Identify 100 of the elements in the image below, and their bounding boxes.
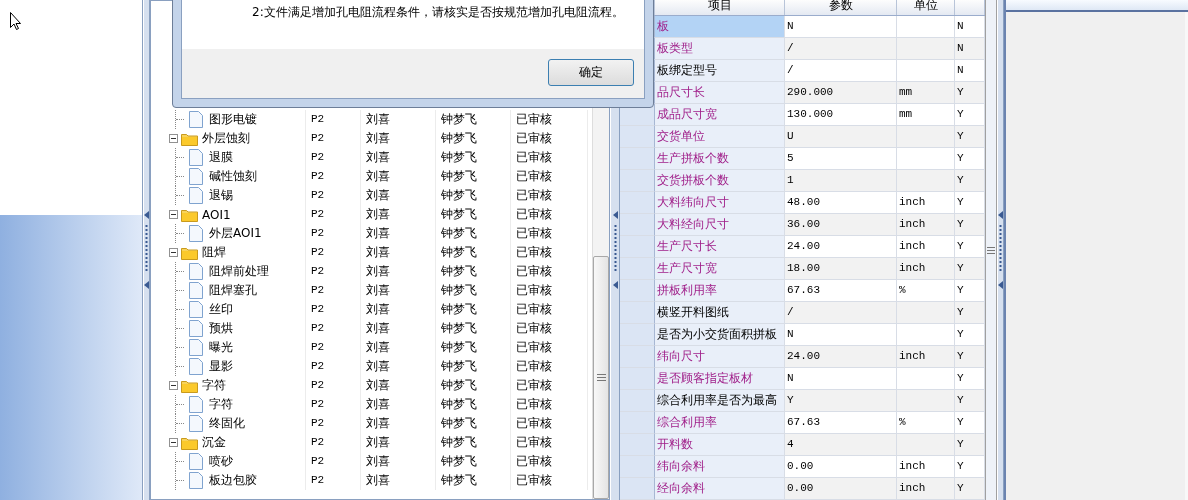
tree-item-label[interactable]: 喷砂	[209, 453, 233, 470]
tree-item-label[interactable]: 退锡	[209, 187, 233, 204]
tree-item-label[interactable]: 终固化	[209, 415, 245, 432]
row-header[interactable]	[620, 456, 655, 478]
table-cell: Y	[955, 390, 985, 412]
tree-item-label[interactable]: 字符	[209, 396, 233, 413]
row-header[interactable]	[620, 390, 655, 412]
table-cell: N	[955, 38, 985, 60]
table-cell: 已审核	[511, 357, 588, 376]
table-cell: P2	[306, 376, 361, 395]
table-cell	[897, 38, 955, 60]
table-cell: Y	[955, 324, 985, 346]
row-header[interactable]	[620, 192, 655, 214]
row-header[interactable]	[620, 412, 655, 434]
table-cell: 已审核	[511, 281, 588, 300]
item-label: 板绑定型号	[657, 63, 717, 77]
ok-button[interactable]: 确定	[548, 59, 634, 86]
row-header[interactable]	[620, 214, 655, 236]
item-label: 是否顾客指定板材	[657, 371, 753, 385]
table-cell: P2	[306, 224, 361, 243]
collapse-icon[interactable]	[169, 438, 178, 447]
table-cell: 67.63	[785, 280, 897, 302]
table-cell: 36.00	[785, 214, 897, 236]
table-cell: 已审核	[511, 319, 588, 338]
tree-item-label[interactable]: 丝印	[209, 301, 233, 318]
item-label: 拼板利用率	[657, 283, 717, 297]
tree-item-label[interactable]: 预烘	[209, 320, 233, 337]
tree-item-label[interactable]: 沉金	[202, 434, 226, 451]
table-cell: %	[897, 412, 955, 434]
file-icon	[189, 301, 203, 318]
row-header[interactable]	[620, 170, 655, 192]
tree-item-label[interactable]: 阻焊塞孔	[209, 282, 257, 299]
tree-item-label[interactable]: 字符	[202, 377, 226, 394]
row-header[interactable]	[620, 258, 655, 280]
table-cell: 24.00	[785, 346, 897, 368]
tree-item-label[interactable]: 碱性蚀刻	[209, 168, 257, 185]
row-header[interactable]	[620, 280, 655, 302]
tree-item-label[interactable]: AOI1	[202, 207, 231, 222]
file-icon	[189, 453, 203, 470]
collapse-icon[interactable]	[169, 248, 178, 257]
table-cell: 钟梦飞	[436, 433, 511, 452]
table-cell: P2	[306, 205, 361, 224]
tree-item-label[interactable]: 退膜	[209, 149, 233, 166]
row-header[interactable]	[620, 478, 655, 500]
table-cell: mm	[897, 104, 955, 126]
table-cell: P2	[306, 129, 361, 148]
splitter-grip-icon[interactable]	[612, 211, 618, 289]
table-cell: 刘喜	[361, 129, 436, 148]
table-cell: 1	[785, 170, 897, 192]
table-cell: Y	[955, 302, 985, 324]
item-label: 经向余料	[657, 481, 705, 495]
row-header[interactable]	[620, 434, 655, 456]
table-cell	[897, 324, 955, 346]
tree-item-label[interactable]: 外层蚀刻	[202, 130, 250, 147]
item-label: 大料经向尺寸	[657, 217, 729, 231]
scrollbar-thumb[interactable]	[593, 256, 609, 499]
table-cell	[897, 148, 955, 170]
tree-item-label[interactable]: 板边包胶	[209, 472, 257, 489]
column-header[interactable]: 项目	[655, 0, 785, 15]
table-cell: Y	[955, 82, 985, 104]
table-cell: 已审核	[511, 110, 588, 129]
table-cell: 钟梦飞	[436, 262, 511, 281]
tree-item-label[interactable]: 阻焊	[202, 244, 226, 261]
table-cell: 刘喜	[361, 433, 436, 452]
tree-item-label[interactable]: 外层AOI1	[209, 225, 262, 242]
table-cell: N	[785, 324, 897, 346]
collapse-icon[interactable]	[169, 381, 178, 390]
tree-item-label[interactable]: 显影	[209, 358, 233, 375]
tree-item-label[interactable]: 图形电镀	[209, 111, 257, 128]
folder-icon	[181, 435, 198, 450]
table-cell: 已审核	[511, 471, 588, 490]
table-cell: 5	[785, 148, 897, 170]
table-cell: 钟梦飞	[436, 376, 511, 395]
file-icon	[189, 168, 203, 185]
table-cell: 130.000	[785, 104, 897, 126]
tree-item-label[interactable]: 曝光	[209, 339, 233, 356]
collapse-icon[interactable]	[169, 134, 178, 143]
row-header[interactable]	[620, 302, 655, 324]
row-header[interactable]	[620, 126, 655, 148]
file-icon	[189, 339, 203, 356]
splitter-grip-icon[interactable]	[144, 211, 149, 289]
splitter-grip-icon[interactable]	[998, 211, 1003, 289]
table-cell: 刘喜	[361, 262, 436, 281]
row-header[interactable]	[620, 148, 655, 170]
table-cell: 钟梦飞	[436, 357, 511, 376]
table-cell: Y	[955, 148, 985, 170]
item-label: 大料纬向尺寸	[657, 195, 729, 209]
table-cell	[897, 434, 955, 456]
table-cell: 已审核	[511, 300, 588, 319]
collapse-icon[interactable]	[169, 210, 178, 219]
table-cell: Y	[955, 478, 985, 500]
row-header[interactable]	[620, 324, 655, 346]
table-cell: 已审核	[511, 433, 588, 452]
row-header[interactable]	[620, 346, 655, 368]
tree-item-label[interactable]: 阻焊前处理	[209, 263, 269, 280]
table-cell: 刘喜	[361, 148, 436, 167]
file-icon	[189, 225, 203, 242]
row-header[interactable]	[620, 368, 655, 390]
table-cell: Y	[955, 346, 985, 368]
table-cell: P2	[306, 433, 361, 452]
